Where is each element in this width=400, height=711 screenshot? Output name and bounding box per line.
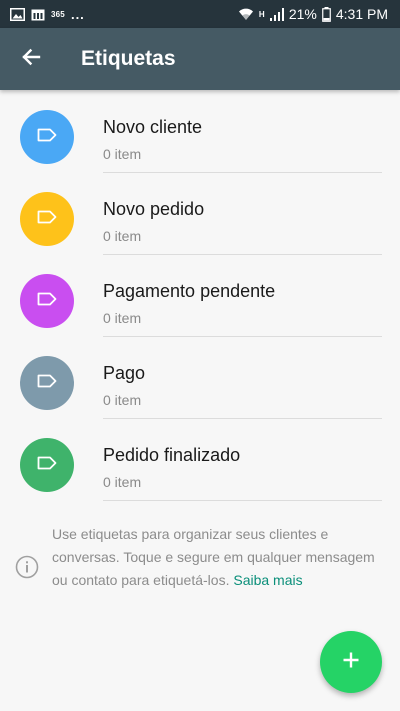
label-name: Novo cliente xyxy=(103,117,203,137)
label-avatar xyxy=(20,110,74,164)
signal-icon xyxy=(269,7,284,21)
labels-list: Novo cliente 0 item Novo pedido 0 item P… xyxy=(0,91,400,501)
label-count: 0 item xyxy=(103,474,142,490)
arrow-back-icon xyxy=(21,47,41,72)
battery-icon xyxy=(322,6,331,22)
battery-percent: 21% xyxy=(288,6,317,22)
label-count: 0 item xyxy=(103,146,142,162)
more-notifications-indicator: ... xyxy=(70,6,85,22)
label-avatar xyxy=(20,192,74,246)
label-row-pagamento-pendente[interactable]: Pagamento pendente 0 item xyxy=(0,255,400,337)
info-icon xyxy=(15,555,39,584)
label-row-novo-pedido[interactable]: Novo pedido 0 item xyxy=(0,173,400,255)
wifi-icon xyxy=(238,7,254,21)
tag-icon xyxy=(37,374,57,393)
label-count: 0 item xyxy=(103,392,142,408)
label-count: 0 item xyxy=(103,310,142,326)
label-avatar xyxy=(20,438,74,492)
gallery-icon xyxy=(10,7,25,21)
label-name: Pedido finalizado xyxy=(103,445,241,465)
network-type-indicator: H xyxy=(258,9,265,19)
learn-more-link[interactable]: Saiba mais xyxy=(233,572,302,588)
tag-icon xyxy=(37,292,57,311)
label-avatar xyxy=(20,274,74,328)
carrier-badge: 365 xyxy=(51,9,65,19)
label-avatar xyxy=(20,356,74,410)
clock: 4:31 PM xyxy=(335,6,388,22)
status-bar: 365 ... H 21% 4:31 PM xyxy=(0,0,400,28)
label-count: 0 item xyxy=(103,228,142,244)
label-row-novo-cliente[interactable]: Novo cliente 0 item xyxy=(0,91,400,173)
label-row-pago[interactable]: Pago 0 item xyxy=(0,337,400,419)
status-left-icons: 365 ... xyxy=(10,0,85,28)
tag-icon xyxy=(37,456,57,475)
tag-icon xyxy=(37,210,57,229)
plus-icon xyxy=(342,651,360,674)
back-button[interactable] xyxy=(14,42,48,76)
label-name: Pago xyxy=(103,363,146,383)
status-right-icons: H 21% 4:31 PM xyxy=(238,0,388,28)
info-description: Use etiquetas para organizar seus client… xyxy=(52,526,375,588)
calendar-icon xyxy=(31,8,45,21)
info-text: Use etiquetas para organizar seus client… xyxy=(52,523,382,592)
add-label-button[interactable] xyxy=(320,631,382,693)
page-title: Etiquetas xyxy=(81,47,176,70)
divider xyxy=(103,500,382,501)
label-name: Novo pedido xyxy=(103,199,205,219)
tag-icon xyxy=(37,128,57,147)
label-name: Pagamento pendente xyxy=(103,281,276,301)
label-row-pedido-finalizado[interactable]: Pedido finalizado 0 item xyxy=(0,419,400,501)
app-bar: Etiquetas xyxy=(0,28,400,90)
